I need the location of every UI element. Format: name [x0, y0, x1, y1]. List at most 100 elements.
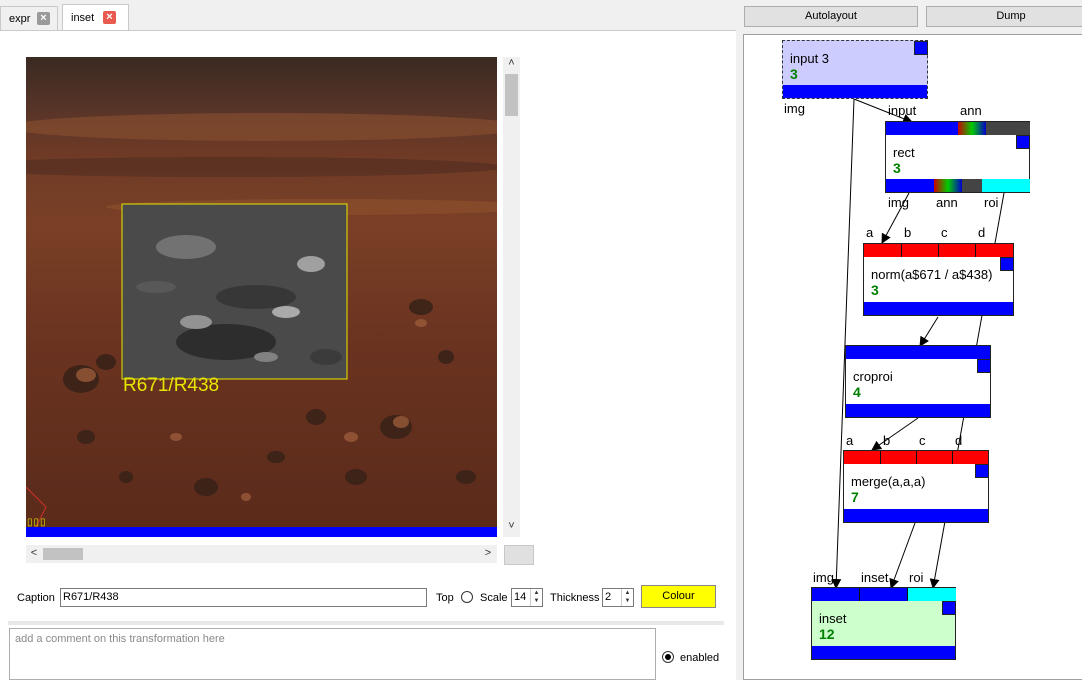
- port-label-roi: roi: [984, 195, 999, 210]
- port-label-roi: roi: [909, 570, 924, 585]
- node-corner-icon[interactable]: [975, 464, 989, 478]
- mars-terrain-image: [26, 57, 497, 537]
- comment-placeholder: add a comment on this transformation her…: [15, 633, 225, 645]
- port-divider: [812, 588, 908, 601]
- image-viewer[interactable]: R671/R438 ▯▯▯: [26, 57, 497, 537]
- port-label-img: img: [813, 570, 834, 585]
- scale-spinbox[interactable]: 14 ▲ ▼: [511, 588, 543, 607]
- vertical-scroll-thumb[interactable]: [505, 74, 518, 116]
- caption-input[interactable]: R671/R438: [60, 588, 427, 607]
- node-croproi[interactable]: croproi 4: [845, 345, 991, 418]
- port-label-inset: inset: [861, 570, 889, 585]
- horizontal-scrollbar[interactable]: < >: [26, 545, 497, 563]
- ann-port-gradient: [958, 122, 986, 135]
- scale-value: 14: [514, 591, 527, 603]
- node-number: 7: [851, 489, 859, 505]
- output-port-bar[interactable]: [864, 302, 1013, 315]
- node-number: 3: [893, 160, 901, 176]
- node-inset[interactable]: inset 12: [811, 587, 956, 660]
- vertical-scrollbar[interactable]: ˄ ˅: [503, 57, 520, 537]
- input-port-bar[interactable]: [844, 451, 988, 464]
- node-corner-icon[interactable]: [977, 359, 991, 373]
- node-label: croproi: [853, 369, 893, 384]
- input-port-bar[interactable]: [886, 122, 1030, 135]
- spin-arrows-icon[interactable]: ▲ ▼: [621, 589, 633, 606]
- dump-button[interactable]: Dump: [926, 6, 1082, 27]
- node-merge[interactable]: merge(a,a,a) 7: [843, 450, 989, 523]
- scroll-up-icon[interactable]: ˄: [503, 57, 520, 69]
- scroll-left-icon[interactable]: <: [28, 547, 40, 559]
- port-label-ann: ann: [936, 195, 958, 210]
- graph-canvas[interactable]: input 3 3 img input ann rect 3 img ann r…: [743, 34, 1082, 680]
- node-label: inset: [819, 611, 847, 626]
- edge-norm-to-croproi: [919, 316, 939, 347]
- roi-input-cyan: [908, 588, 956, 601]
- corner-marks: ▯▯▯: [27, 517, 47, 528]
- port-divider: [844, 451, 953, 464]
- scrollbar-corner: [504, 545, 534, 565]
- port-label-b: b: [883, 433, 891, 448]
- ann-port-grey: [986, 122, 1030, 135]
- node-number: 4: [853, 384, 861, 400]
- node-corner-icon[interactable]: [942, 601, 956, 615]
- input-port-bar[interactable]: [812, 588, 956, 601]
- port-label-d: d: [978, 225, 986, 240]
- top-radio[interactable]: [461, 591, 473, 603]
- port-label-ann: ann: [960, 103, 982, 118]
- port-label-b: b: [904, 225, 912, 240]
- node-corner-icon[interactable]: [914, 41, 928, 55]
- thickness-label: Thickness: [550, 592, 600, 604]
- tab-expr-label: expr: [9, 13, 31, 25]
- colour-button[interactable]: Colour: [641, 585, 716, 608]
- port-divider: [864, 244, 976, 257]
- node-input3[interactable]: input 3 3: [782, 40, 928, 99]
- node-rect[interactable]: rect 3: [885, 121, 1030, 193]
- top-label: Top: [436, 592, 454, 604]
- horizontal-scroll-thumb[interactable]: [43, 548, 83, 560]
- divider: [8, 621, 724, 625]
- output-port-bar[interactable]: [783, 85, 927, 98]
- scroll-right-icon[interactable]: >: [482, 547, 494, 559]
- node-label: norm(a$671 / a$438): [871, 267, 993, 282]
- node-number: 3: [790, 66, 798, 82]
- port-label-a: a: [846, 433, 854, 448]
- scroll-down-icon[interactable]: ˅: [503, 520, 520, 532]
- close-icon[interactable]: ×: [103, 11, 116, 24]
- autolayout-button[interactable]: Autolayout: [744, 6, 918, 27]
- node-label: merge(a,a,a): [851, 474, 926, 489]
- thickness-spinbox[interactable]: 2 ▲ ▼: [602, 588, 634, 607]
- enabled-radio[interactable]: [662, 651, 674, 663]
- tab-inset[interactable]: inset ×: [62, 4, 129, 31]
- close-icon[interactable]: ×: [37, 12, 50, 25]
- port-label-input: input: [888, 103, 917, 118]
- node-norm[interactable]: norm(a$671 / a$438) 3: [863, 243, 1014, 316]
- output-port-bar[interactable]: [844, 509, 988, 522]
- caption-label: Caption: [17, 592, 55, 604]
- thickness-value: 2: [605, 591, 612, 603]
- output-port-bar[interactable]: [886, 179, 1030, 192]
- node-corner-icon[interactable]: [1000, 257, 1014, 271]
- node-label: input 3: [790, 51, 830, 66]
- port-label-c: c: [941, 225, 948, 240]
- input-port-bar[interactable]: [864, 244, 1013, 257]
- ann-output-grey: [962, 179, 982, 192]
- roi-output-cyan: [982, 179, 1030, 192]
- comment-textarea[interactable]: add a comment on this transformation her…: [9, 628, 656, 680]
- port-label-img: img: [784, 101, 805, 116]
- spin-arrows-icon[interactable]: ▲ ▼: [530, 589, 542, 606]
- port-label-c: c: [919, 433, 926, 448]
- input-port-bar[interactable]: [846, 346, 990, 359]
- port-label-d: d: [955, 433, 963, 448]
- tab-expr[interactable]: expr ×: [0, 6, 58, 30]
- inset-caption-overlay: R671/R438: [123, 375, 220, 396]
- ann-output-gradient: [934, 179, 962, 192]
- port-label-img: img: [888, 195, 909, 210]
- enabled-label: enabled: [680, 652, 720, 664]
- output-port-bar[interactable]: [846, 404, 990, 417]
- port-label-a: a: [866, 225, 874, 240]
- edge-croproi-to-merge-a: [871, 417, 919, 451]
- node-number: 12: [819, 626, 835, 642]
- node-label: rect: [893, 145, 915, 160]
- output-port-bar[interactable]: [812, 646, 955, 659]
- node-corner-icon[interactable]: [1016, 135, 1030, 149]
